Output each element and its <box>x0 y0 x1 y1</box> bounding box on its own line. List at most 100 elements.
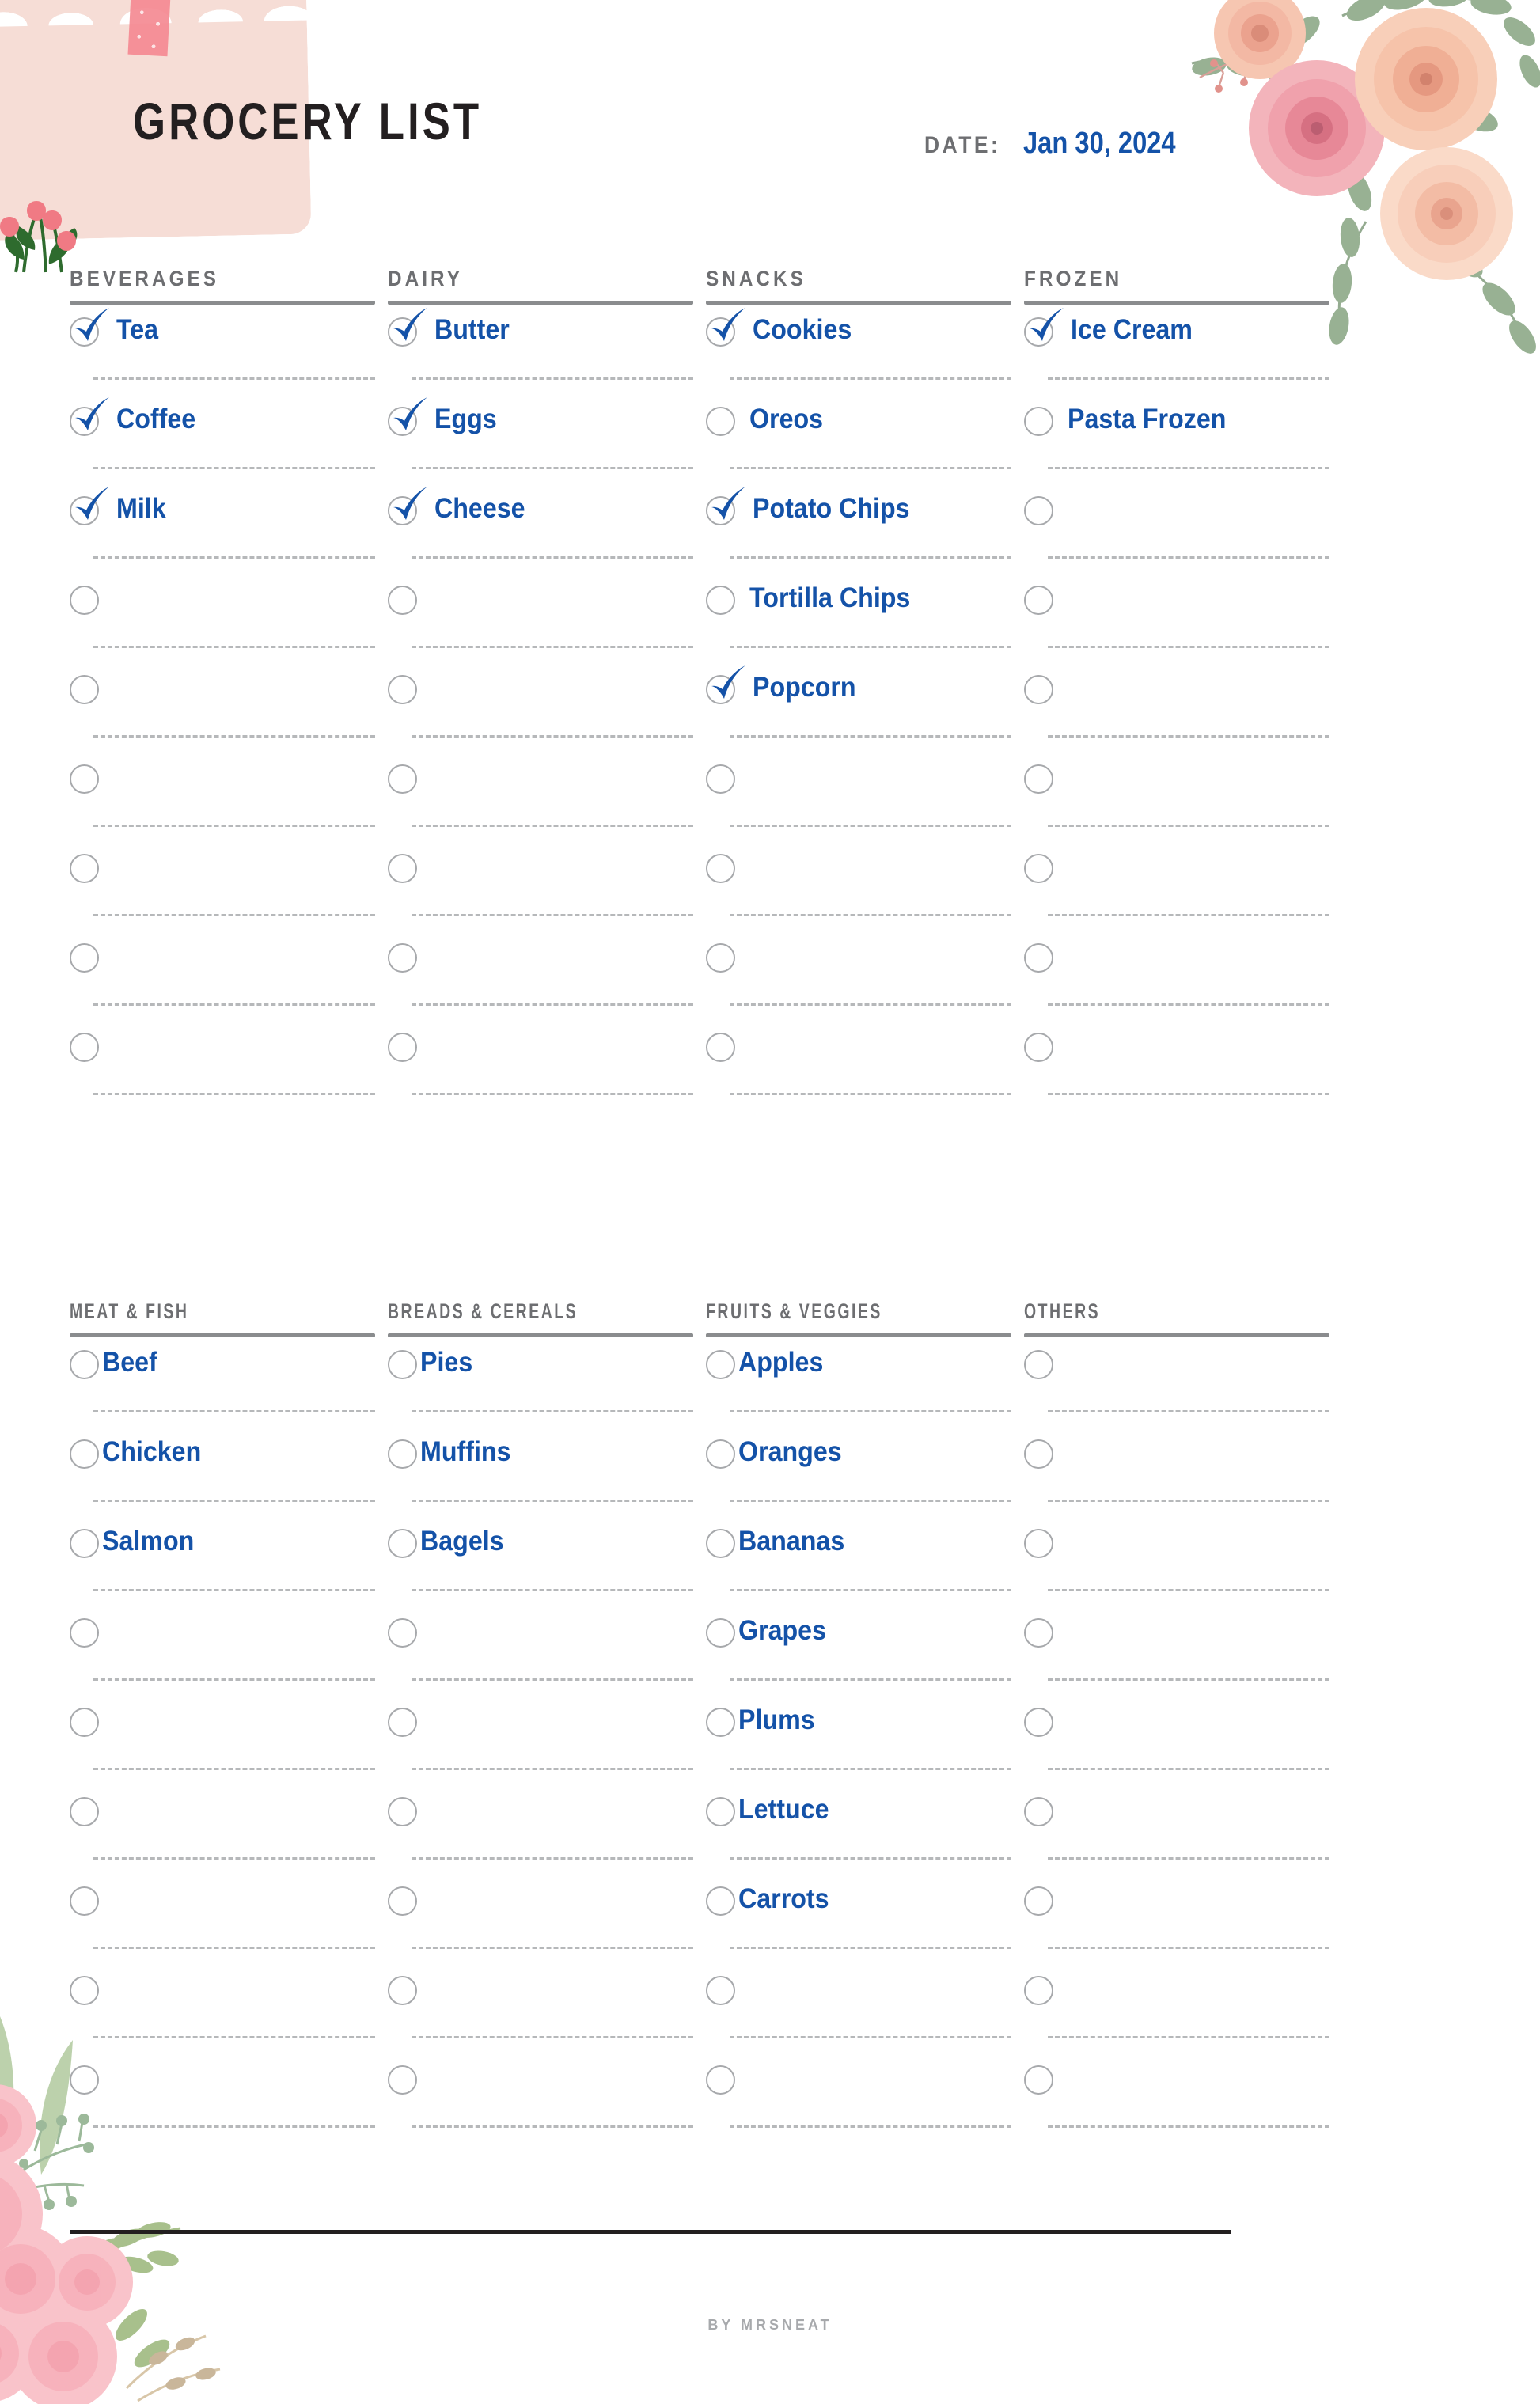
checklist-row[interactable]: Potato Chips <box>706 483 1024 573</box>
checklist-row[interactable]: Bagels <box>388 1516 706 1606</box>
checkbox-empty[interactable] <box>706 1618 735 1648</box>
checkbox-empty[interactable] <box>706 1033 735 1062</box>
checklist-row[interactable]: Pasta Frozen <box>1024 394 1342 483</box>
checkbox-checked[interactable] <box>1024 308 1064 347</box>
checkbox-empty[interactable] <box>706 1886 735 1916</box>
checkbox-empty[interactable] <box>70 2065 99 2095</box>
checkbox-empty[interactable] <box>388 1886 417 1916</box>
checklist-row[interactable]: Carrots <box>706 1874 1024 1963</box>
checkbox-empty[interactable] <box>706 1529 735 1558</box>
checkbox-empty[interactable] <box>1024 854 1053 883</box>
checklist-row[interactable] <box>388 1963 706 2053</box>
checklist-item-label[interactable]: Eggs <box>434 405 497 433</box>
checkbox-checked[interactable] <box>706 487 745 525</box>
checklist-item-label[interactable]: Tortilla Chips <box>749 584 910 612</box>
checkbox-checked[interactable] <box>388 397 427 436</box>
checkbox-empty[interactable] <box>388 586 417 615</box>
checklist-row[interactable] <box>70 752 388 841</box>
checkbox-empty[interactable] <box>388 764 417 794</box>
checklist-row[interactable] <box>1024 1427 1342 1516</box>
checklist-item-label[interactable]: Coffee <box>116 405 195 433</box>
date-value[interactable]: Jan 30, 2024 <box>1023 127 1176 161</box>
checkbox-empty[interactable] <box>70 1529 99 1558</box>
checkbox-empty[interactable] <box>70 675 99 704</box>
checkbox-empty[interactable] <box>388 2065 417 2095</box>
checklist-row[interactable] <box>1024 752 1342 841</box>
checklist-row[interactable] <box>1024 1020 1342 1109</box>
checkbox-empty[interactable] <box>388 854 417 883</box>
checkbox-empty[interactable] <box>1024 2065 1053 2095</box>
checklist-row[interactable] <box>388 1606 706 1695</box>
checklist-row[interactable] <box>1024 573 1342 662</box>
checklist-item-label[interactable]: Beef <box>102 1348 157 1376</box>
checklist-item-label[interactable]: Milk <box>116 495 166 522</box>
checkbox-empty[interactable] <box>706 407 735 436</box>
checklist-item-label[interactable]: Plums <box>738 1706 815 1734</box>
checkbox-empty[interactable] <box>388 1976 417 2005</box>
checkbox-empty[interactable] <box>70 1708 99 1737</box>
checklist-item-label[interactable]: Cookies <box>753 316 852 343</box>
checklist-row[interactable] <box>388 1784 706 1874</box>
checkbox-empty[interactable] <box>70 854 99 883</box>
checklist-item-label[interactable]: Pasta Frozen <box>1068 405 1226 433</box>
checklist-row[interactable] <box>70 662 388 752</box>
checkbox-empty[interactable] <box>70 1976 99 2005</box>
checkbox-empty[interactable] <box>70 1886 99 1916</box>
checklist-row[interactable] <box>70 1020 388 1109</box>
checklist-row[interactable]: Muffins <box>388 1427 706 1516</box>
checkbox-empty[interactable] <box>1024 764 1053 794</box>
checkbox-empty[interactable] <box>388 1439 417 1469</box>
checklist-row[interactable] <box>706 752 1024 841</box>
checklist-row[interactable] <box>70 2053 388 2142</box>
checklist-row[interactable] <box>388 841 706 931</box>
checkbox-empty[interactable] <box>388 943 417 973</box>
checkbox-empty[interactable] <box>388 1618 417 1648</box>
checkbox-checked[interactable] <box>388 487 427 525</box>
checkbox-empty[interactable] <box>70 1033 99 1062</box>
checkbox-empty[interactable] <box>1024 1033 1053 1062</box>
checklist-row[interactable]: Salmon <box>70 1516 388 1606</box>
checklist-item-label[interactable]: Salmon <box>102 1527 194 1555</box>
checklist-row[interactable] <box>70 573 388 662</box>
checkbox-empty[interactable] <box>388 675 417 704</box>
checklist-row[interactable] <box>70 1695 388 1784</box>
checklist-row[interactable] <box>1024 483 1342 573</box>
checkbox-checked[interactable] <box>706 308 745 347</box>
checklist-row[interactable]: Beef <box>70 1337 388 1427</box>
checkbox-empty[interactable] <box>70 1797 99 1826</box>
checklist-row[interactable] <box>388 1695 706 1784</box>
checklist-row[interactable] <box>1024 1606 1342 1695</box>
checklist-row[interactable]: Cookies <box>706 305 1024 394</box>
checklist-item-label[interactable]: Pies <box>420 1348 472 1376</box>
checklist-row[interactable] <box>388 931 706 1020</box>
checkbox-empty[interactable] <box>706 586 735 615</box>
checkbox-empty[interactable] <box>70 764 99 794</box>
checklist-row[interactable] <box>1024 841 1342 931</box>
checklist-row[interactable]: Plums <box>706 1695 1024 1784</box>
checkbox-checked[interactable] <box>70 487 109 525</box>
checkbox-empty[interactable] <box>1024 1797 1053 1826</box>
checklist-item-label[interactable]: Lettuce <box>738 1795 829 1823</box>
checkbox-empty[interactable] <box>706 1797 735 1826</box>
checklist-row[interactable] <box>1024 931 1342 1020</box>
checklist-row[interactable]: Grapes <box>706 1606 1024 1695</box>
checklist-row[interactable] <box>1024 1695 1342 1784</box>
checklist-row[interactable] <box>706 1020 1024 1109</box>
checklist-row[interactable] <box>1024 1963 1342 2053</box>
checkbox-empty[interactable] <box>1024 1708 1053 1737</box>
checkbox-empty[interactable] <box>1024 1439 1053 1469</box>
checklist-row[interactable]: Eggs <box>388 394 706 483</box>
checklist-item-label[interactable]: Apples <box>738 1348 823 1376</box>
checklist-row[interactable] <box>388 2053 706 2142</box>
checklist-row[interactable]: Butter <box>388 305 706 394</box>
checklist-item-label[interactable]: Cheese <box>434 495 525 522</box>
checklist-row[interactable] <box>1024 1784 1342 1874</box>
checklist-row[interactable] <box>70 1606 388 1695</box>
checklist-row[interactable] <box>706 841 1024 931</box>
checklist-row[interactable]: Coffee <box>70 394 388 483</box>
checklist-row[interactable] <box>70 1874 388 1963</box>
checklist-row[interactable] <box>388 573 706 662</box>
checkbox-empty[interactable] <box>706 764 735 794</box>
checkbox-empty[interactable] <box>70 1439 99 1469</box>
checkbox-empty[interactable] <box>388 1708 417 1737</box>
